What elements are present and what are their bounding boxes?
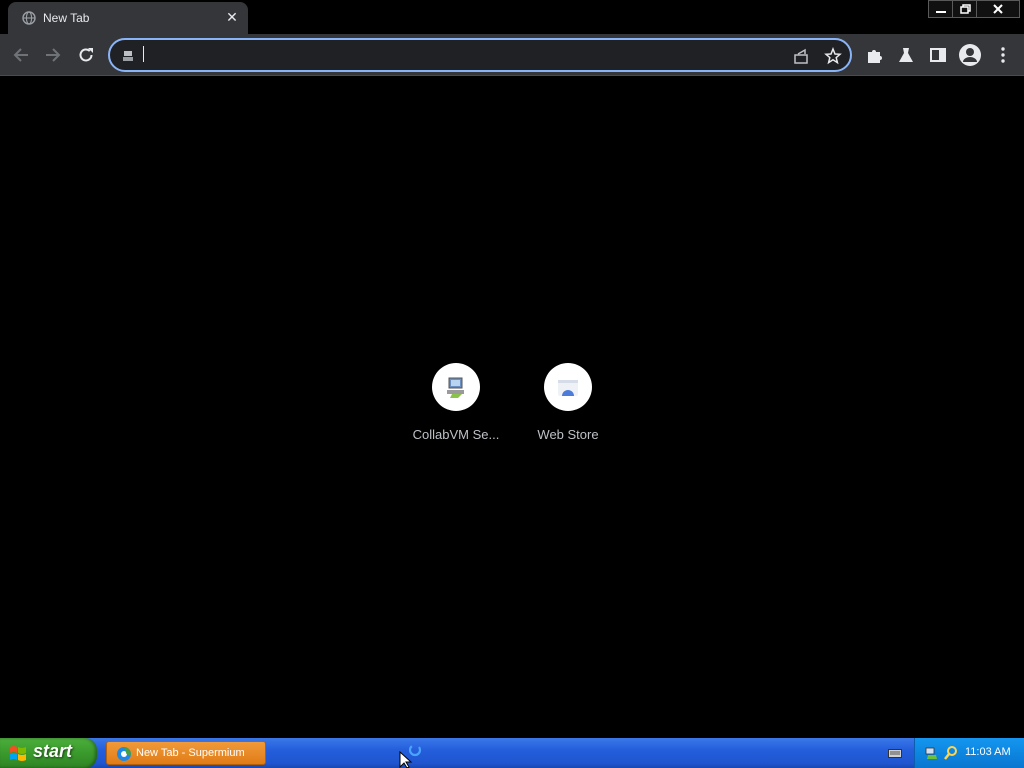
windows-flag-icon (10, 746, 26, 761)
close-window-button[interactable] (976, 0, 1020, 18)
reload-icon[interactable] (75, 44, 97, 66)
screen: New Tab ✕ CollabVM Se... Web Store start… (0, 0, 1024, 768)
taskbar: start New Tab - Supermium 11:03 AM (0, 738, 1024, 768)
close-icon (993, 4, 1003, 14)
taskbar-item-supermium[interactable]: New Tab - Supermium (106, 741, 266, 765)
minimize-button[interactable] (928, 0, 954, 18)
browser-toolbar (0, 34, 1024, 76)
taskbar-clock: 11:03 AM (965, 746, 1011, 758)
restore-icon (960, 4, 971, 14)
search-icon[interactable] (943, 745, 959, 761)
address-input[interactable] (142, 45, 742, 65)
shortcut-icon-circle (544, 363, 592, 411)
system-tray: 11:03 AM (914, 738, 1024, 768)
globe-icon (22, 11, 36, 25)
restore-button[interactable] (952, 0, 978, 18)
shortcut-label: CollabVM Se... (412, 427, 500, 442)
web-store-icon (558, 380, 578, 396)
shortcut-web-store[interactable]: Web Store (512, 363, 624, 453)
shortcut-label: Web Store (537, 427, 599, 442)
mouse-cursor (399, 742, 427, 768)
busy-cursor-icon (399, 743, 422, 768)
share-icon[interactable] (792, 47, 810, 65)
labs-flask-icon[interactable] (895, 44, 917, 66)
task-label: New Tab - Supermium (136, 747, 245, 759)
site-info-icon[interactable] (120, 48, 136, 64)
forward-arrow-icon[interactable] (42, 44, 64, 66)
shortcut-icon-circle (432, 363, 480, 411)
extensions-icon[interactable] (863, 44, 885, 66)
start-button[interactable]: start (0, 738, 97, 768)
start-label: start (33, 741, 73, 761)
tab-new-tab[interactable]: New Tab ✕ (8, 2, 248, 34)
bookmark-star-icon[interactable] (824, 47, 842, 65)
side-panel-icon[interactable] (927, 44, 949, 66)
shortcut-collabvm[interactable]: CollabVM Se... (400, 363, 512, 453)
menu-kebab-icon[interactable] (992, 44, 1014, 66)
minimize-icon (936, 11, 946, 13)
close-tab-icon[interactable]: ✕ (224, 9, 240, 25)
keyboard-layout-icon[interactable] (888, 747, 902, 759)
network-icon[interactable] (924, 745, 940, 761)
supermium-app-icon (117, 747, 131, 761)
tab-title: New Tab (43, 11, 90, 25)
new-tab-page: CollabVM Se... Web Store (0, 77, 1024, 738)
profile-avatar-icon[interactable] (958, 43, 982, 67)
address-bar[interactable] (108, 38, 852, 72)
tab-strip: New Tab ✕ (0, 0, 1024, 34)
collabvm-icon (447, 377, 464, 398)
back-arrow-icon[interactable] (10, 44, 32, 66)
